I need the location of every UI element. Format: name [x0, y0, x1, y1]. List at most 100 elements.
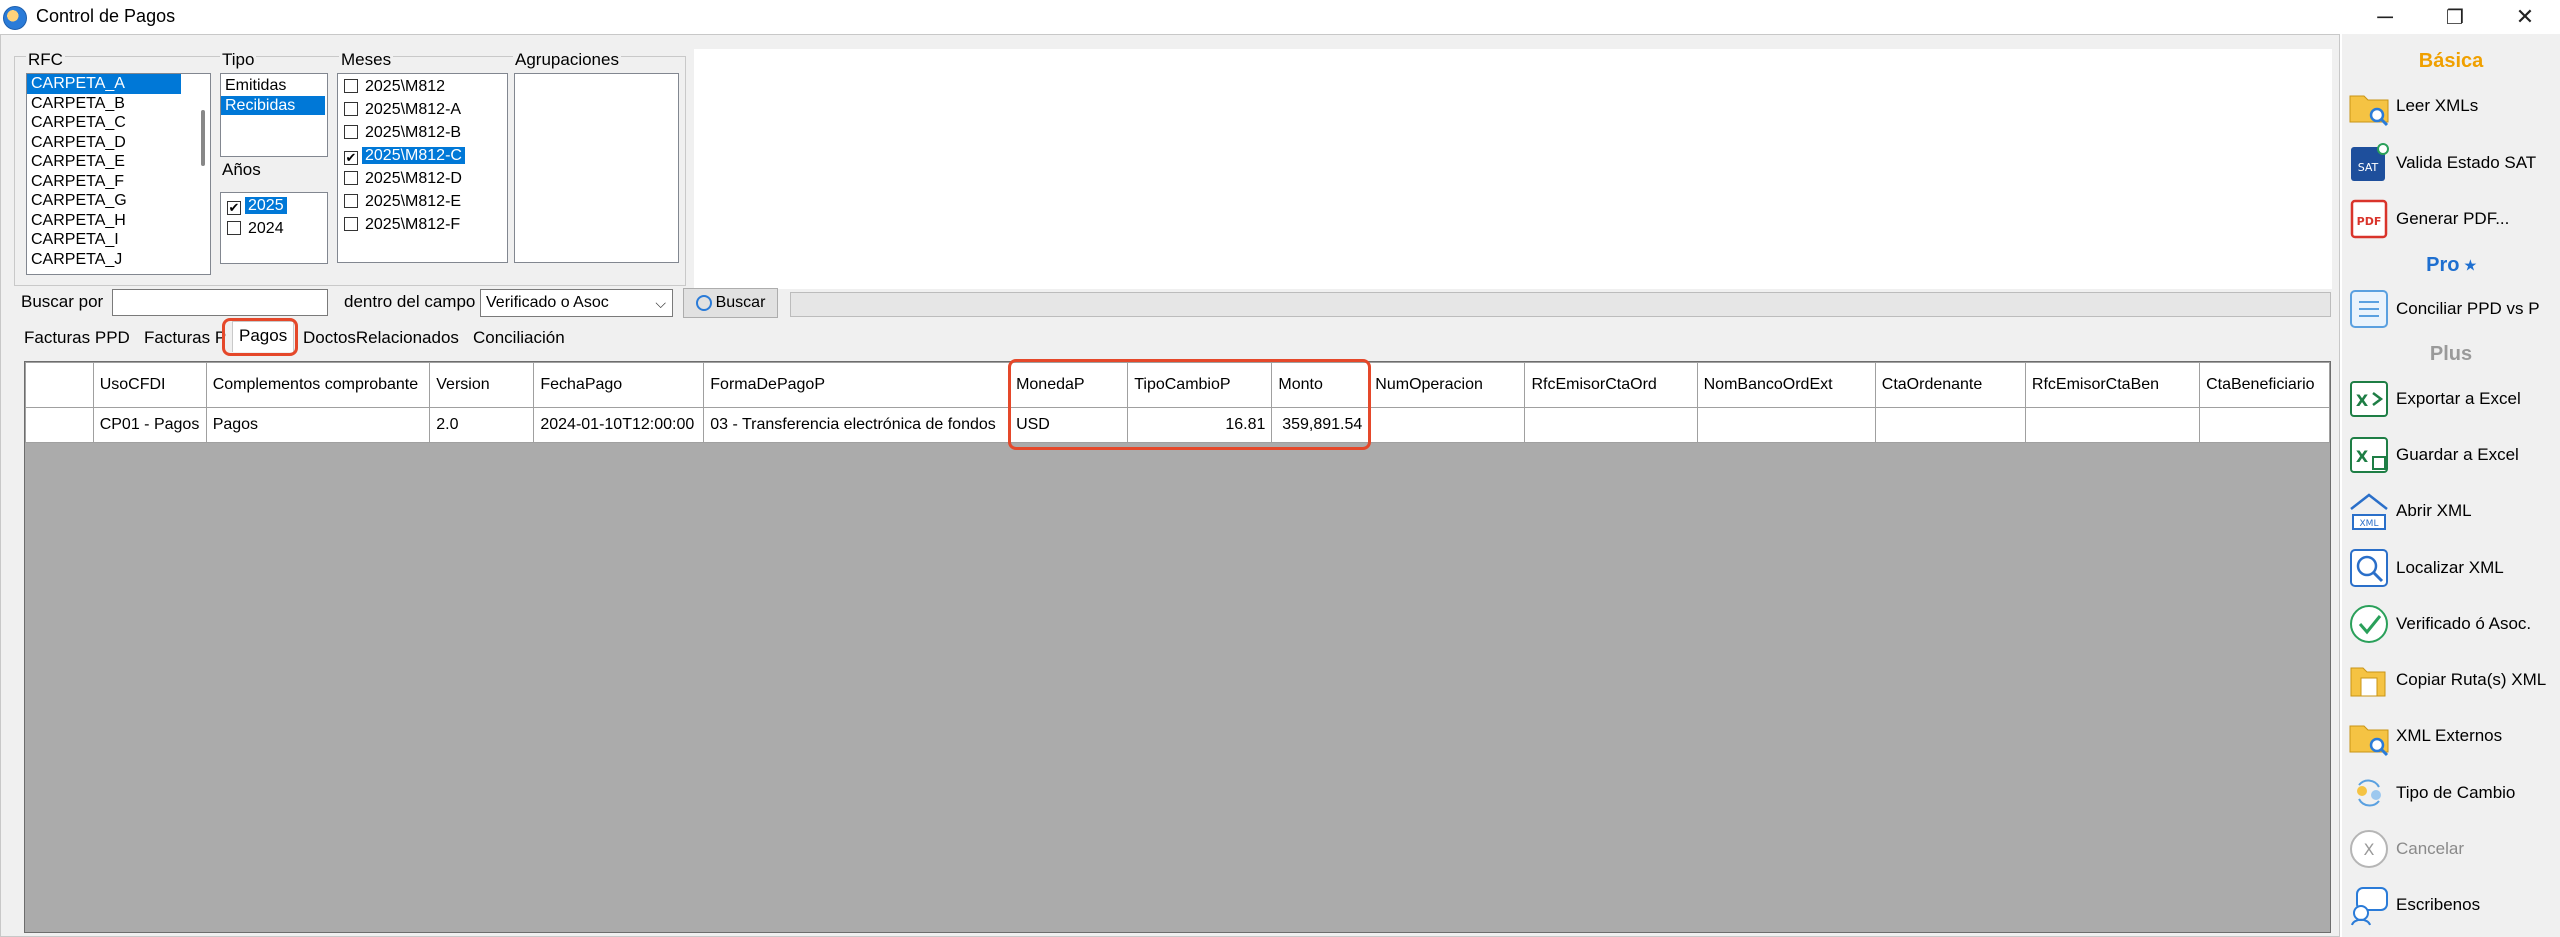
dentro-del-campo-label: dentro del campo: [344, 292, 476, 311]
localizar-xml-button[interactable]: Localizar XML: [2346, 543, 2560, 593]
column-header[interactable]: TipoCambioP: [1127, 362, 1273, 408]
rfc-item[interactable]: CARPETA_C: [27, 113, 210, 133]
localizar-xml-label: Localizar XML: [2396, 558, 2504, 577]
table-cell[interactable]: USD: [1009, 407, 1129, 443]
column-header[interactable]: Version: [429, 362, 535, 408]
column-header[interactable]: FormaDePagoP: [703, 362, 1011, 408]
column-header[interactable]: CtaOrdenante: [1874, 362, 2026, 408]
column-header[interactable]: Monto: [1271, 362, 1370, 408]
checkbox[interactable]: ✔: [227, 201, 241, 215]
mes-item[interactable]: 2025\M812-D: [338, 167, 507, 190]
column-header[interactable]: UsoCFDI: [92, 362, 207, 408]
column-header[interactable]: NomBancoOrdExt: [1696, 362, 1876, 408]
column-header[interactable]: FechaPago: [533, 362, 705, 408]
column-header[interactable]: RfcEmisorCtaOrd: [1524, 362, 1698, 408]
rfc-item[interactable]: CARPETA_B: [27, 94, 210, 114]
checkbox[interactable]: [344, 217, 358, 231]
field-select[interactable]: Verificado o Asoc ⌵: [480, 289, 673, 317]
tab-facturas-ppd[interactable]: Facturas PPD: [18, 324, 136, 352]
table-cell[interactable]: [1874, 407, 2026, 443]
tab-pagos[interactable]: Pagos: [232, 321, 295, 352]
escribenos-button[interactable]: Escribenos: [2346, 880, 2560, 930]
rfc-item[interactable]: CARPETA_E: [27, 152, 210, 172]
table-cell[interactable]: [2199, 407, 2330, 443]
valida-estado-sat-button[interactable]: SAT Valida Estado SAT: [2346, 138, 2560, 188]
leer-xmls-button[interactable]: Leer XMLs: [2346, 81, 2560, 131]
xml-externos-button[interactable]: XML Externos: [2346, 711, 2560, 761]
tab-facturas-p[interactable]: Facturas P: [138, 324, 232, 352]
close-button[interactable]: ✕: [2490, 0, 2560, 34]
mes-item[interactable]: 2025\M812: [338, 75, 507, 98]
exportar-excel-button[interactable]: X Exportar a Excel: [2346, 374, 2560, 424]
tipo-de-cambio-label: Tipo de Cambio: [2396, 783, 2516, 802]
rfc-item[interactable]: CARPETA_G: [27, 191, 210, 211]
data-grid[interactable]: UsoCFDI Complementos comprobante Version Fe…: [24, 361, 2331, 933]
table-cell[interactable]: [25, 407, 94, 443]
rfc-item[interactable]: CARPETA_J: [27, 250, 210, 270]
exportar-excel-label: Exportar a Excel: [2396, 389, 2521, 408]
generar-pdf-button[interactable]: PDF Generar PDF...: [2346, 194, 2560, 244]
mes-item[interactable]: 2025\M812-B: [338, 121, 507, 144]
checkbox[interactable]: [344, 125, 358, 139]
checkbox[interactable]: [344, 171, 358, 185]
rfc-item[interactable]: CARPETA_I: [27, 230, 210, 250]
mes-item[interactable]: 2025\M812-E: [338, 190, 507, 213]
rfc-item[interactable]: CARPETA_A: [27, 74, 181, 94]
tipo-de-cambio-button[interactable]: Tipo de Cambio: [2346, 768, 2560, 818]
meses-listbox[interactable]: 2025\M812 2025\M812-A 2025\M812-B ✔ 2025\M81…: [337, 73, 508, 263]
rfc-listbox[interactable]: CARPETA_A CARPETA_B CARPETA_C CARPETA_D CARP…: [26, 73, 211, 275]
tab-doctos-relacionados[interactable]: DoctosRelacionados: [297, 324, 465, 352]
table-cell[interactable]: 359,891.54: [1271, 407, 1370, 443]
table-cell[interactable]: [1524, 407, 1698, 443]
checkbox[interactable]: ✔: [344, 151, 358, 165]
column-header[interactable]: RfcEmisorCtaBen: [2024, 362, 2201, 408]
mes-item[interactable]: ✔ 2025\M812-C: [338, 144, 507, 167]
tipo-listbox[interactable]: Emitidas Recibidas: [220, 73, 328, 157]
rfc-item[interactable]: CARPETA_D: [27, 133, 210, 153]
rfc-item[interactable]: CARPETA_H: [27, 211, 210, 231]
tipo-item[interactable]: Emitidas: [221, 76, 327, 96]
conciliar-ppd-button[interactable]: Conciliar PPD vs P: [2346, 284, 2560, 334]
mes-item[interactable]: 2025\M812-F: [338, 213, 507, 236]
column-header[interactable]: MonedaP: [1009, 362, 1129, 408]
checkbox[interactable]: [227, 221, 241, 235]
column-header[interactable]: CtaBeneficiario: [2199, 362, 2330, 408]
copiar-ruta-button[interactable]: Copiar Ruta(s) XML: [2346, 655, 2560, 705]
abrir-xml-button[interactable]: XML Abrir XML: [2346, 486, 2560, 536]
anio-item[interactable]: ✔ 2025: [221, 194, 327, 217]
rfc-scrollbar[interactable]: [201, 110, 205, 166]
table-cell[interactable]: 03 - Transferencia electrónica de fondos: [703, 407, 1011, 443]
section-basica: Básica: [2418, 50, 2484, 72]
search-input[interactable]: [112, 289, 328, 316]
checkbox[interactable]: [344, 194, 358, 208]
table-cell[interactable]: 16.81: [1127, 407, 1273, 443]
table-cell[interactable]: [1696, 407, 1876, 443]
checkbox[interactable]: [344, 79, 358, 93]
guardar-excel-button[interactable]: X Guardar a Excel: [2346, 430, 2560, 480]
verificado-asoc-button[interactable]: Verificado ó Asoc.: [2346, 599, 2560, 649]
table-cell[interactable]: 2024-01-10T12:00:00: [533, 407, 705, 443]
table-cell[interactable]: [1368, 407, 1526, 443]
minimize-button[interactable]: ─: [2350, 0, 2420, 34]
anio-item-label: 2024: [248, 220, 284, 237]
agrupaciones-listbox[interactable]: [514, 73, 679, 263]
anio-item[interactable]: 2024: [221, 217, 327, 240]
tipo-item[interactable]: Recibidas: [221, 95, 325, 115]
table-row[interactable]: CP01 - Pagos Pagos 2.0 2024-01-10T12:00:00 0…: [25, 407, 2330, 443]
mes-item-label: 2025\M812-D: [365, 170, 462, 187]
rfc-item[interactable]: CARPETA_F: [27, 172, 210, 192]
column-header[interactable]: NumOperacion: [1368, 362, 1526, 408]
table-cell[interactable]: [2024, 407, 2201, 443]
table-cell[interactable]: CP01 - Pagos: [92, 407, 207, 443]
restore-button[interactable]: ❐: [2420, 0, 2490, 34]
column-header[interactable]: [25, 362, 94, 408]
anios-listbox[interactable]: ✔ 2025 2024: [220, 192, 328, 264]
table-cell[interactable]: Pagos: [205, 407, 431, 443]
checkbox[interactable]: [344, 102, 358, 116]
buscar-button[interactable]: Buscar: [683, 288, 778, 318]
tab-conciliacion[interactable]: Conciliación: [467, 324, 571, 352]
cancelar-button[interactable]: X Cancelar: [2346, 824, 2560, 874]
table-cell[interactable]: 2.0: [429, 407, 535, 443]
column-header[interactable]: Complementos comprobante: [205, 362, 431, 408]
mes-item[interactable]: 2025\M812-A: [338, 98, 507, 121]
